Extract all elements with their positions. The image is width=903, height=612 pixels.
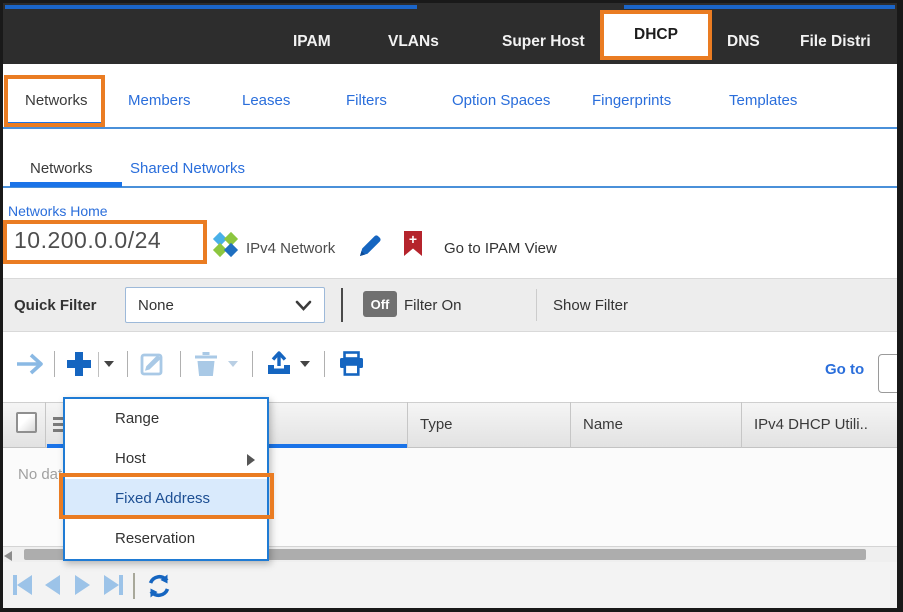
- toolbar-separator: [54, 351, 55, 377]
- subnav-item-leases[interactable]: Leases: [242, 92, 290, 109]
- column-header-type[interactable]: Type: [420, 416, 453, 433]
- ipv4-network-diamond-icon: [212, 231, 240, 260]
- tab-shared-networks[interactable]: Shared Networks: [130, 160, 245, 177]
- breadcrumb-networks-home[interactable]: Networks Home: [8, 203, 108, 219]
- column-divider: [407, 402, 408, 448]
- menu-item-reservation[interactable]: Reservation: [65, 519, 267, 559]
- subnav-active-underline: [8, 122, 105, 127]
- pencil-icon: [360, 235, 381, 256]
- nav-item-file-distribution[interactable]: File Distri: [800, 33, 871, 51]
- add-button[interactable]: [64, 349, 94, 384]
- network-address-title: 10.200.0.0/24: [14, 227, 162, 253]
- prev-page-button[interactable]: [45, 575, 60, 595]
- scroll-left-arrow-icon[interactable]: [4, 551, 12, 561]
- subnav-item-members[interactable]: Members: [128, 92, 191, 109]
- toolbar-separator: [324, 351, 325, 377]
- column-divider: [741, 402, 742, 448]
- toolbar-separator: [252, 351, 253, 377]
- edit-network-button[interactable]: [356, 233, 384, 264]
- app-window: IPAM VLANs Super Host DHCP DNS File Dist…: [0, 0, 903, 612]
- add-dropdown-caret[interactable]: [104, 361, 114, 367]
- filter-on-label: Filter On: [404, 297, 462, 314]
- column-header-name[interactable]: Name: [583, 416, 623, 433]
- pagination-bar: [0, 562, 903, 608]
- quick-filter-label: Quick Filter: [14, 297, 97, 314]
- subnav-item-networks[interactable]: Networks: [25, 92, 88, 109]
- subnav-item-fingerprints[interactable]: Fingerprints: [592, 92, 671, 109]
- tab-divider-line: [0, 186, 903, 188]
- show-filter-link[interactable]: Show Filter: [553, 297, 628, 314]
- edit-icon: [140, 353, 163, 376]
- add-dropdown-menu: Range Host Fixed Address Reservation: [63, 397, 269, 561]
- edit-button[interactable]: [140, 350, 167, 382]
- nav-item-dhcp[interactable]: DHCP: [600, 10, 712, 60]
- submenu-arrow-icon: [247, 454, 255, 466]
- goto-label: Go to: [825, 361, 865, 378]
- delete-button[interactable]: [194, 351, 218, 382]
- frame-border: [0, 608, 903, 612]
- top-accent-line-left: [5, 5, 417, 9]
- filter-divider: [341, 288, 343, 322]
- subnav-divider-line: [0, 127, 903, 129]
- menu-item-range[interactable]: Range: [65, 399, 267, 439]
- split-divider: [98, 352, 99, 377]
- frame-border: [0, 0, 903, 3]
- import-button[interactable]: [265, 349, 293, 382]
- last-page-icon: [104, 575, 119, 595]
- go-to-ipam-view-link[interactable]: Go to IPAM View: [444, 240, 557, 257]
- delete-icon: [195, 352, 217, 376]
- open-button[interactable]: [15, 352, 45, 381]
- subnav-item-filters[interactable]: Filters: [346, 92, 387, 109]
- select-all-checkbox[interactable]: [16, 412, 37, 433]
- tab-networks[interactable]: Networks: [30, 160, 93, 177]
- quick-filter-select[interactable]: None: [125, 287, 325, 323]
- delete-dropdown-caret[interactable]: [228, 361, 238, 367]
- menu-item-host[interactable]: Host: [65, 439, 267, 479]
- nav-item-super-host[interactable]: Super Host: [502, 33, 585, 51]
- row-menu-icon[interactable]: [53, 417, 63, 435]
- network-type-label: IPv4 Network: [246, 240, 336, 257]
- last-page-button[interactable]: [104, 575, 123, 595]
- nav-item-ipam[interactable]: IPAM: [293, 33, 331, 51]
- print-button[interactable]: [338, 351, 365, 381]
- filter-toggle-button[interactable]: Off: [363, 291, 397, 317]
- menu-item-host-label: Host: [115, 450, 146, 467]
- frame-border: [0, 0, 3, 612]
- print-icon: [340, 351, 363, 376]
- filter-divider-2: [536, 289, 537, 321]
- tab-active-underline: [10, 182, 122, 187]
- import-dropdown-caret[interactable]: [300, 361, 310, 367]
- refresh-button[interactable]: [145, 572, 173, 605]
- pagination-separator: [133, 573, 135, 599]
- top-accent-line-right: [624, 5, 895, 9]
- subnav-item-option-spaces[interactable]: Option Spaces: [452, 92, 550, 109]
- nav-item-dns[interactable]: DNS: [727, 33, 760, 51]
- toolbar-separator: [180, 351, 181, 377]
- next-page-button[interactable]: [75, 575, 90, 595]
- import-icon: [268, 351, 290, 374]
- open-arrow-icon: [17, 353, 43, 375]
- chevron-down-icon: [295, 300, 312, 311]
- frame-border: [897, 0, 903, 612]
- subnav-item-templates[interactable]: Templates: [729, 92, 797, 109]
- toolbar-separator: [127, 351, 128, 377]
- quick-filter-selected-value: None: [138, 296, 174, 314]
- column-divider: [570, 402, 571, 448]
- bookmark-add-icon[interactable]: +: [404, 231, 422, 256]
- nav-item-vlans[interactable]: VLANs: [388, 33, 439, 51]
- menu-item-fixed-address[interactable]: Fixed Address: [65, 479, 267, 519]
- first-page-button[interactable]: [13, 575, 32, 595]
- last-page-icon: [119, 575, 123, 595]
- first-page-icon: [17, 575, 32, 595]
- column-divider: [45, 402, 46, 448]
- refresh-icon: [148, 574, 170, 598]
- top-nav-bar: [0, 0, 903, 64]
- add-icon: [67, 352, 91, 376]
- column-header-ipv4-dhcp-utilization[interactable]: IPv4 DHCP Utili..: [754, 416, 868, 433]
